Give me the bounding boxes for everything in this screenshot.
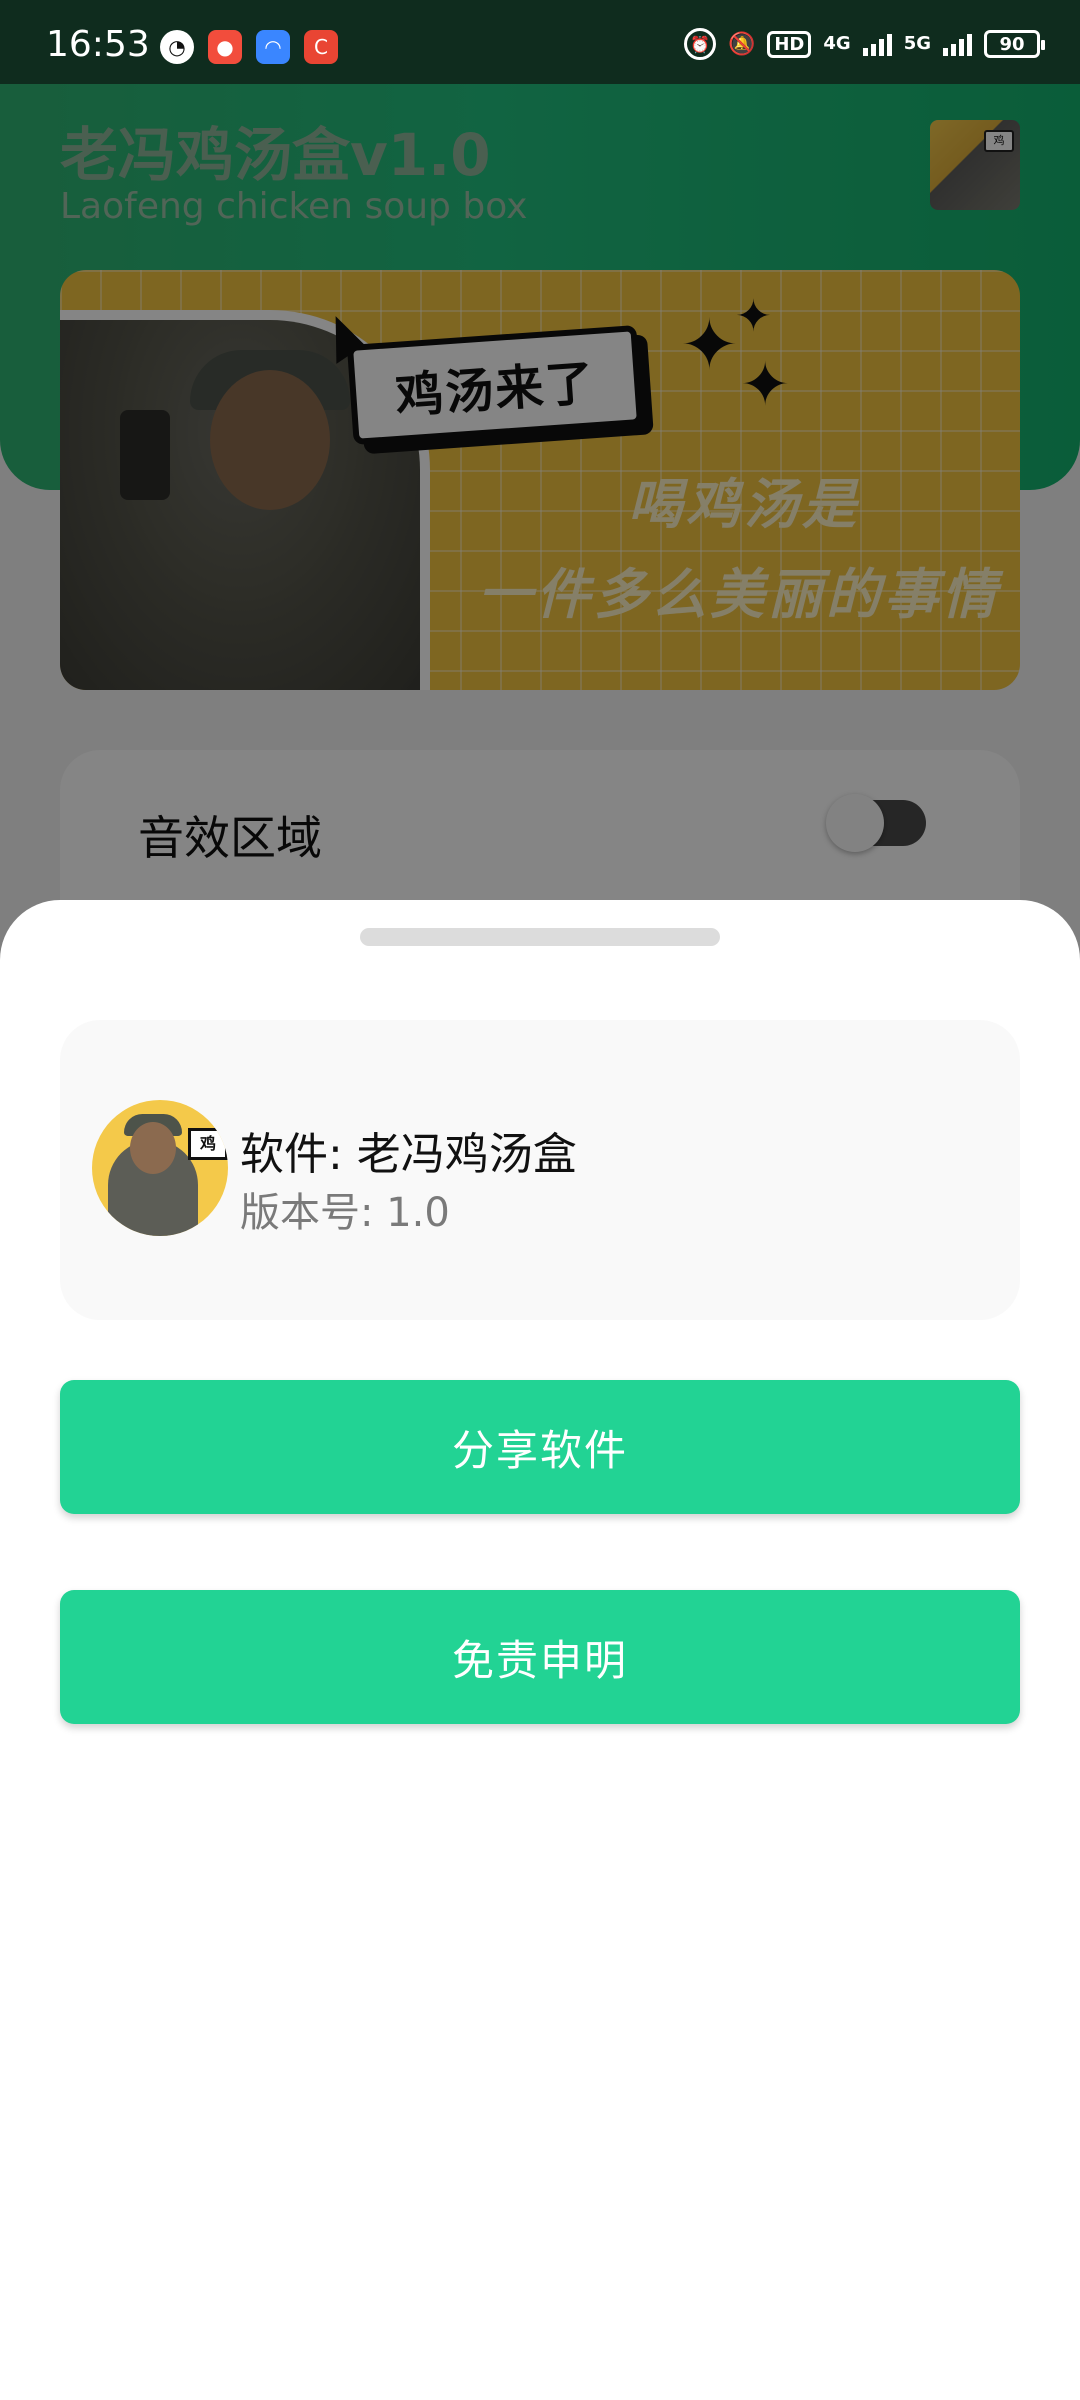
status-right: ⏰ 🔕 HD 4G 5G 90 [683,28,1045,60]
app-red-c-icon: C [304,30,338,64]
notification-icons: ◔ ● ◠ C [160,30,338,64]
hd-icon: HD [767,30,812,58]
speedometer-icon: ◔ [160,30,194,64]
app-name-label: 软件: 老冯鸡汤盒 [240,1129,577,1180]
sheet-drag-handle[interactable] [360,928,720,946]
network-5g-label: 5G [903,33,931,54]
app-avatar: 鸡 [92,1100,228,1236]
app-info-card: 鸡 软件: 老冯鸡汤盒 版本号: 1.0 [60,1020,1020,1320]
battery-icon: 90 [984,30,1045,58]
mute-bell-icon: 🔕 [727,31,756,57]
app-red-icon: ● [208,30,242,64]
app-blue-icon: ◠ [256,30,290,64]
avatar-head [130,1122,176,1174]
status-bar: 16:53 ◔ ● ◠ C ⏰ 🔕 HD 4G 5G 90 [0,0,1080,84]
signal-4g-icon [862,32,892,56]
network-4g-label: 4G [823,33,851,54]
share-app-button[interactable]: 分享软件 [60,1380,1020,1514]
signal-5g-icon [943,32,972,56]
status-time: 16:53 [46,24,150,65]
app-version-label: 版本号: 1.0 [240,1190,450,1236]
avatar-tag: 鸡 [188,1128,228,1160]
disclaimer-button[interactable]: 免责申明 [60,1590,1020,1724]
about-bottom-sheet: 鸡 软件: 老冯鸡汤盒 版本号: 1.0 分享软件 免责申明 [0,900,1080,2400]
alarm-icon: ⏰ [683,28,716,60]
